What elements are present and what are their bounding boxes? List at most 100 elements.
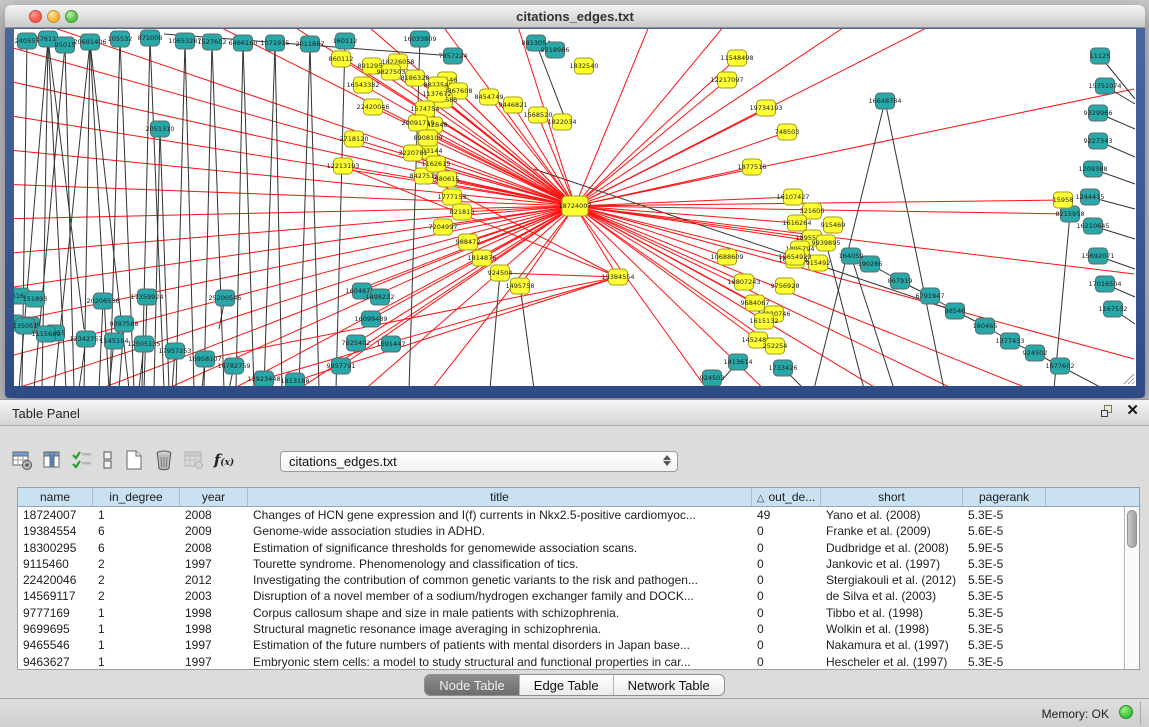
table-cell[interactable]: Genome-wide association studies in ADHD. <box>248 523 752 539</box>
graph-node[interactable]: 18724007 <box>558 196 591 216</box>
tab-edge-table[interactable]: Edge Table <box>520 675 614 695</box>
table-cell[interactable]: 9115460 <box>18 556 93 572</box>
table-cell[interactable]: Changes of HCN gene expression and I(f) … <box>248 507 752 523</box>
table-cell[interactable]: 2008 <box>180 507 248 523</box>
graph-node[interactable]: 1495758 <box>506 278 535 294</box>
table-cell[interactable]: 9463627 <box>18 654 93 669</box>
table-cell[interactable]: Tourette syndrome. Phenomenology and cla… <box>248 556 752 572</box>
graph-node[interactable]: 9329966 <box>1084 105 1113 121</box>
graph-node[interactable]: 2051310 <box>146 121 175 137</box>
graph-node[interactable]: 11548498 <box>720 50 753 66</box>
table-cell[interactable]: 2 <box>93 588 180 604</box>
table-cell[interactable]: 5.9E-5 <box>963 540 1046 556</box>
graph-node[interactable]: 1209388 <box>1079 161 1108 177</box>
graph-node[interactable]: 9227343 <box>1084 133 1113 149</box>
table-cell[interactable]: 5.6E-5 <box>963 523 1046 539</box>
table-cell[interactable]: Estimation of significance thresholds fo… <box>248 540 752 556</box>
table-cell[interactable]: de Silva et al. (2003) <box>821 588 963 604</box>
table-cell[interactable]: 0 <box>752 540 821 556</box>
graph-node[interactable]: 9857791 <box>327 358 356 374</box>
table-cell[interactable]: 9699695 <box>18 621 93 637</box>
graph-node[interactable]: 871008 <box>138 30 163 46</box>
table-cell[interactable]: Embryonic stem cells: a model to study s… <box>248 654 752 669</box>
table-cell[interactable]: 0 <box>752 621 821 637</box>
graph-node[interactable]: 15751074 <box>1088 78 1121 94</box>
table-cell[interactable]: 2009 <box>180 523 248 539</box>
column-header-in_degree[interactable]: in_degree <box>93 488 180 506</box>
table-cell[interactable]: Jankovic et al. (1997) <box>821 556 963 572</box>
table-cell[interactable]: Hescheler et al. (1997) <box>821 654 963 669</box>
graph-node[interactable]: 1167532 <box>1099 301 1128 317</box>
table-cell[interactable]: 2 <box>93 572 180 588</box>
table-cell[interactable]: 1997 <box>180 637 248 653</box>
table-row[interactable]: 977716911998Corpus callosum shape and si… <box>18 605 1124 621</box>
tab-network-table[interactable]: Network Table <box>614 675 724 695</box>
window-titlebar[interactable]: citations_edges.txt <box>5 5 1145 28</box>
column-header-short[interactable]: short <box>821 488 963 506</box>
table-row[interactable]: 2242004622012Investigating the contribut… <box>18 572 1124 588</box>
table-cell[interactable]: 0 <box>752 588 821 604</box>
table-cell[interactable]: 18724007 <box>18 507 93 523</box>
table-cell[interactable]: 2 <box>93 556 180 572</box>
graph-node[interactable]: 867919 <box>888 273 913 289</box>
graph-node[interactable]: 252254 <box>763 338 788 354</box>
row-height-icon[interactable] <box>100 448 116 472</box>
table-mode-icon[interactable] <box>10 448 34 472</box>
graph-node[interactable]: 105532 <box>108 31 133 47</box>
table-row[interactable]: 946554611997Estimation of the future num… <box>18 637 1124 653</box>
table-cell[interactable]: 2008 <box>180 540 248 556</box>
vertical-scrollbar[interactable] <box>1124 507 1139 669</box>
table-cell[interactable]: 0 <box>752 523 821 539</box>
table-row[interactable]: 1872400712008Changes of HCN gene express… <box>18 507 1124 523</box>
graph-node[interactable]: 12213193 <box>326 158 359 174</box>
function-builder-icon[interactable]: f(x) <box>212 448 236 472</box>
graph-node[interactable]: 16782759 <box>217 358 250 374</box>
table-cell[interactable]: 6 <box>93 540 180 556</box>
graph-node[interactable]: 915469 <box>821 217 846 233</box>
table-row[interactable]: 1456911722003Disruption of a novel membe… <box>18 588 1124 604</box>
graph-node[interactable]: 2011867 <box>296 36 325 52</box>
graph-node[interactable]: 15958 <box>1053 192 1074 208</box>
table-cell[interactable]: 5.3E-5 <box>963 507 1046 523</box>
table-cell[interactable]: Stergiakouli et al. (2012) <box>821 572 963 588</box>
graph-node[interactable]: 160465 <box>973 318 998 334</box>
graph-node[interactable]: 1777153 <box>438 189 467 205</box>
graph-node[interactable]: 12342757 <box>69 331 102 347</box>
table-cell[interactable]: Tibbo et al. (1998) <box>821 605 963 621</box>
graph-node[interactable]: 821813 <box>450 204 475 220</box>
graph-node[interactable]: 860112 <box>329 51 354 67</box>
graph-node[interactable]: 1071915 <box>261 35 290 51</box>
graph-node[interactable]: 9097588 <box>110 316 139 332</box>
table-cell[interactable]: 1 <box>93 654 180 669</box>
table-cell[interactable]: 18300295 <box>18 540 93 556</box>
table-cell[interactable]: Disruption of a novel member of a sodium… <box>248 588 752 604</box>
table-cell[interactable]: 5.3E-5 <box>963 654 1046 669</box>
table-source-dropdown[interactable]: citations_edges.txt <box>280 451 678 472</box>
graph-node[interactable]: 9756928 <box>771 278 800 294</box>
graph-node[interactable]: 16099489 <box>354 311 387 327</box>
network-canvas[interactable]: 2405571761149501520691406105532871008106… <box>14 29 1136 386</box>
table-cell[interactable]: 1 <box>93 621 180 637</box>
table-cell[interactable]: Structural magnetic resonance image aver… <box>248 621 752 637</box>
graph-node[interactable]: 15692071 <box>1081 248 1114 264</box>
graph-node[interactable]: 16648784 <box>868 93 901 109</box>
table-cell[interactable]: Corpus callosum shape and size in male p… <box>248 605 752 621</box>
graph-node[interactable]: 16033809 <box>403 31 436 47</box>
graph-node[interactable]: 20206536 <box>86 293 119 309</box>
graph-node[interactable]: 1733426 <box>769 360 798 376</box>
table-cell[interactable]: 2003 <box>180 588 248 604</box>
table-cell[interactable]: Yano et al. (2008) <box>821 507 963 523</box>
table-cell[interactable]: 2012 <box>180 572 248 588</box>
table-cell[interactable]: 1998 <box>180 605 248 621</box>
table-cell[interactable]: 5.3E-5 <box>963 605 1046 621</box>
table-cell[interactable]: 0 <box>752 654 821 669</box>
graph-node[interactable]: 12217097 <box>710 72 743 88</box>
table-cell[interactable]: 5.3E-5 <box>963 621 1046 637</box>
resize-grip-icon[interactable] <box>1121 371 1135 385</box>
table-cell[interactable]: 6 <box>93 523 180 539</box>
table-cell[interactable]: 0 <box>752 637 821 653</box>
table-row[interactable]: 1938455462009Genome-wide association stu… <box>18 523 1124 539</box>
graph-node[interactable]: 924502 <box>1023 345 1048 361</box>
graph-node[interactable]: 95015 <box>55 37 76 53</box>
float-panel-icon[interactable] <box>1100 404 1114 418</box>
